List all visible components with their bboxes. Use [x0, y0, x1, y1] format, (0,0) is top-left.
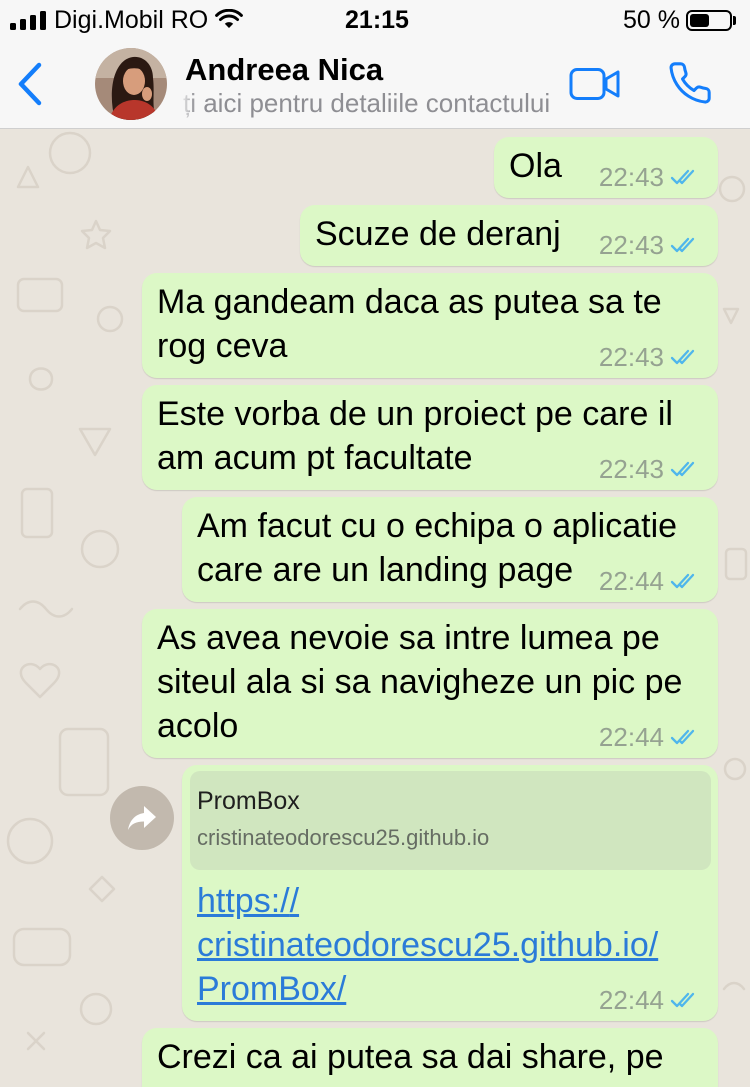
double-check-read-icon — [670, 729, 695, 745]
outgoing-message-bubble[interactable]: Am facut cu o echipa o aplicatie care ar… — [182, 497, 718, 602]
message-row: As avea nevoie sa intre lumea pe siteul … — [0, 609, 750, 758]
message-text-block: Crezi ca ai putea sa dai share, pe — [157, 1035, 700, 1079]
timestamp-spacer — [346, 999, 464, 1000]
timestamp-spacer — [473, 468, 591, 469]
message-row: Scuze de deranj 22:43 — [0, 205, 750, 266]
subtitle-fade — [180, 88, 196, 118]
double-check-read-icon — [670, 349, 695, 365]
double-check-read-icon — [670, 992, 695, 1008]
double-check-read-icon — [670, 169, 695, 185]
message-row: Ma gandeam daca as putea sa te rog ceva … — [0, 273, 750, 378]
chat-area[interactable]: Ola 22:43 Scuze de deranj 22:43 Ma gande… — [0, 129, 750, 1087]
chat-header: Andreea Nica ți aici pentru detaliile co… — [0, 40, 750, 129]
outgoing-message-bubble[interactable]: Scuze de deranj 22:43 — [300, 205, 718, 266]
link-preview-domain: cristinateodorescu25.github.io — [197, 825, 490, 850]
cellular-signal-icon — [10, 9, 46, 30]
message-meta: 22:44 — [598, 984, 700, 1015]
outgoing-link-message-bubble[interactable]: PromBox cristinateodorescu25.github.io h… — [182, 765, 718, 1021]
message-time: 22:44 — [598, 984, 664, 1015]
video-camera-icon[interactable] — [569, 67, 621, 101]
contact-name[interactable]: Andreea Nica — [185, 52, 383, 88]
double-check-read-icon — [670, 237, 695, 253]
battery-terminal — [733, 16, 736, 25]
wifi-icon — [215, 9, 243, 28]
message-text: Ma gandeam daca as putea sa te rog ceva — [157, 283, 662, 365]
timestamp-spacer — [238, 736, 356, 737]
message-row: Am facut cu o echipa o aplicatie care ar… — [0, 497, 750, 602]
outgoing-message-bubble[interactable]: Ola 22:43 — [494, 137, 718, 198]
status-time: 21:15 — [345, 6, 409, 34]
message-meta: 22:44 — [598, 721, 700, 752]
message-meta: 22:43 — [598, 229, 700, 260]
chevron-left-icon[interactable] — [14, 60, 48, 108]
forward-button[interactable] — [110, 786, 174, 850]
link-preview-title: PromBox — [197, 787, 300, 815]
contact-info-hint[interactable]: ți aici pentru detaliile contactului — [183, 89, 550, 117]
battery-percent: 50 % — [623, 6, 680, 34]
carrier-name: Digi.Mobil RO — [54, 6, 209, 34]
outgoing-message-bubble[interactable]: Ma gandeam daca as putea sa te rog ceva … — [142, 273, 718, 378]
message-text: Ola — [509, 147, 562, 185]
status-bar: Digi.Mobil RO 21:15 50 % — [0, 0, 750, 40]
message-time: 22:43 — [598, 341, 664, 372]
message-row: Crezi ca ai putea sa dai share, pe — [0, 1028, 750, 1087]
message-row: Ola 22:43 — [0, 137, 750, 198]
message-time: 22:44 — [598, 721, 664, 752]
timestamp-spacer — [287, 356, 405, 357]
message-meta: 22:43 — [598, 161, 700, 192]
contact-avatar[interactable] — [95, 48, 167, 120]
link-preview-card[interactable]: PromBox cristinateodorescu25.github.io — [190, 771, 711, 870]
message-meta: 22:43 — [598, 341, 700, 372]
message-time: 22:43 — [598, 161, 664, 192]
message-text: Scuze de deranj — [315, 215, 561, 253]
battery-icon — [686, 10, 732, 31]
battery-fill — [690, 14, 709, 27]
phone-icon[interactable] — [667, 60, 713, 106]
message-time: 22:44 — [598, 565, 664, 596]
message-list: Ola 22:43 Scuze de deranj 22:43 Ma gande… — [0, 129, 750, 1087]
forward-arrow-icon — [128, 806, 156, 830]
message-link[interactable]: https://cristinateodorescu25.github.io/P… — [197, 882, 658, 1008]
message-time: 22:43 — [598, 453, 664, 484]
double-check-read-icon — [670, 573, 695, 589]
message-row: Este vorba de un proiect pe care il am a… — [0, 385, 750, 490]
outgoing-message-bubble[interactable]: Crezi ca ai putea sa dai share, pe — [142, 1028, 718, 1087]
double-check-read-icon — [670, 461, 695, 477]
message-row: PromBox cristinateodorescu25.github.io h… — [0, 765, 750, 1021]
outgoing-message-bubble[interactable]: Este vorba de un proiect pe care il am a… — [142, 385, 718, 490]
message-meta: 22:44 — [598, 565, 700, 596]
message-time: 22:43 — [598, 229, 664, 260]
message-meta: 22:43 — [598, 453, 700, 484]
message-text: Crezi ca ai putea sa dai share, pe — [157, 1038, 664, 1076]
outgoing-message-bubble[interactable]: As avea nevoie sa intre lumea pe siteul … — [142, 609, 718, 758]
message-text: Este vorba de un proiect pe care il am a… — [157, 395, 673, 477]
